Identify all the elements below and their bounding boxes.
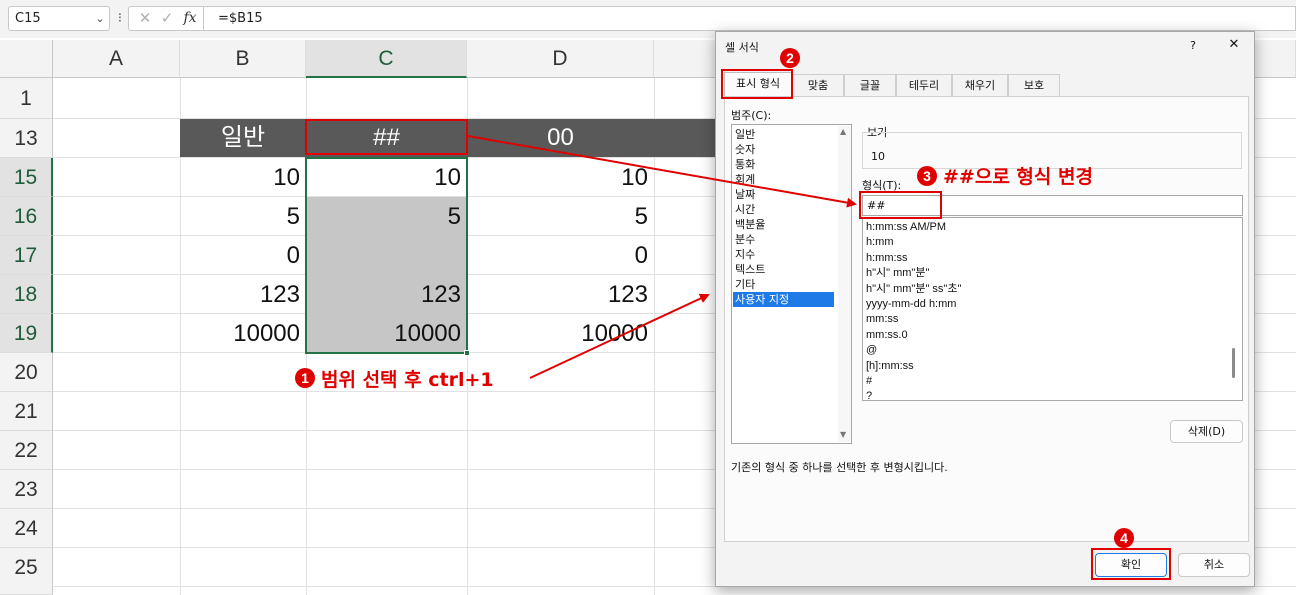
arrow-step1-to-dialog xyxy=(529,293,710,379)
annotation-arrows xyxy=(467,135,857,379)
arrow-header-to-type xyxy=(467,135,857,208)
